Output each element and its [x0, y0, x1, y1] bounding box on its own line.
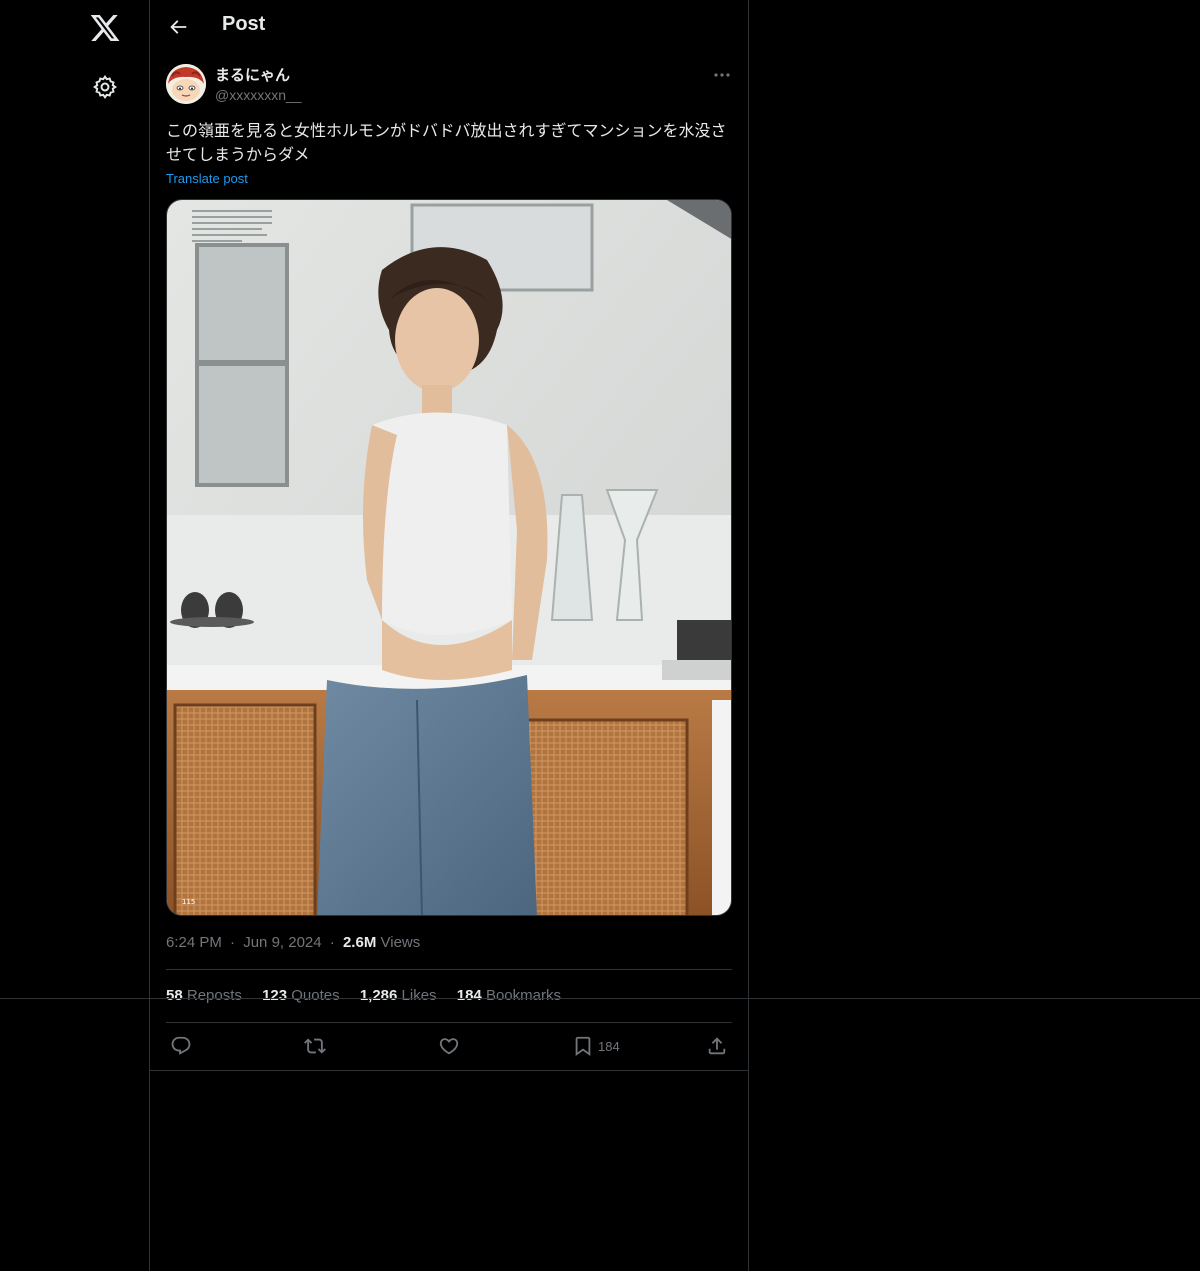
views-label: Views	[380, 934, 421, 951]
share-button[interactable]	[706, 1034, 728, 1058]
bookmark-icon	[575, 1036, 591, 1057]
post-meta: 6:24 PM · Jun 9, 2024 · 2.6M Views	[166, 934, 420, 951]
left-nav	[0, 0, 150, 1271]
translate-post-link[interactable]: Translate post	[166, 171, 248, 186]
author-name[interactable]: まるにゃん	[215, 64, 290, 85]
like-icon	[439, 1038, 459, 1055]
reply-button[interactable]	[170, 1034, 192, 1058]
avatar[interactable]	[166, 64, 206, 104]
back-arrow-icon[interactable]	[167, 16, 189, 38]
page-title: Post	[222, 13, 266, 35]
bookmark-button[interactable]: 184	[572, 1034, 620, 1058]
x-logo-icon[interactable]	[89, 12, 121, 44]
repost-icon	[304, 1038, 326, 1054]
share-icon	[708, 1037, 726, 1055]
divider	[150, 1070, 748, 1071]
like-button[interactable]	[438, 1034, 460, 1058]
author-handle[interactable]: @xxxxxxxn__	[215, 87, 302, 103]
likes-stat[interactable]: 1,286 Likes	[360, 987, 437, 1004]
header: Post	[150, 0, 748, 54]
repost-button[interactable]	[304, 1034, 326, 1058]
page-number: 115	[182, 898, 195, 906]
meta-separator: ·	[329, 934, 335, 951]
divider	[166, 969, 732, 970]
reply-icon	[171, 1036, 191, 1055]
post-stats: 58 Reposts 123 Quotes 1,286 Likes 184 Bo…	[166, 987, 577, 1004]
post-column: Post まるにゃん @xxxxxxxn__ この嶺亜を見ると女性ホルモンがドバ…	[149, 0, 749, 1271]
reposts-stat[interactable]: 58 Reposts	[166, 987, 242, 1004]
divider	[166, 1022, 732, 1023]
quotes-stat[interactable]: 123 Quotes	[262, 987, 340, 1004]
bookmark-count: 184	[598, 1038, 620, 1054]
divider	[0, 998, 1200, 999]
post-date[interactable]: Jun 9, 2024	[243, 934, 321, 951]
action-bar: 184	[166, 1034, 732, 1060]
gear-icon[interactable]	[92, 74, 118, 100]
views-count: 2.6M	[342, 934, 377, 951]
post-text: この嶺亜を見ると女性ホルモンがドバドバ放出されすぎてマンションを水没させてしまう…	[166, 121, 727, 164]
bookmarks-stat[interactable]: 184 Bookmarks	[457, 987, 561, 1004]
more-icon[interactable]	[712, 65, 732, 85]
meta-separator: ·	[230, 934, 236, 951]
post-time[interactable]: 6:24 PM	[166, 934, 222, 951]
post-image[interactable]: 115	[166, 199, 732, 916]
